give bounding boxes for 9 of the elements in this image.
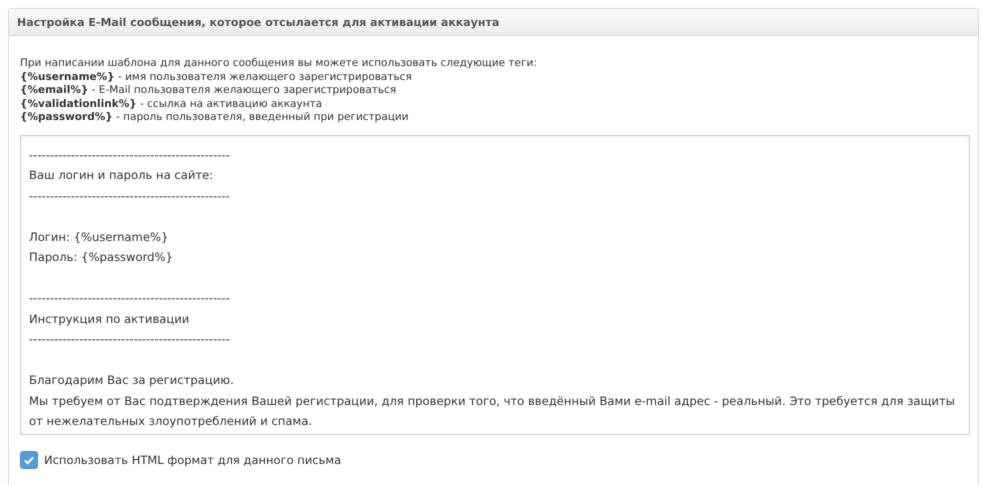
tag-description: {%username%} - имя пользователя желающего зарегистрироваться (20, 70, 413, 84)
checkbox-label[interactable]: Использовать HTML формат для данного письма (44, 452, 342, 466)
tag-description: {%email%} - E-Mail пользователя желающего зарегистрироваться (20, 84, 398, 98)
panel-title: Настройка E-Mail сообщения, которое отсылается для активации аккаунта (17, 16, 500, 28)
tag-description: {%password%} - пароль пользователя, введенный при регистрации (20, 111, 410, 124)
tag-description: {%validationlink%} - ссылка на активацию аккаунта (20, 98, 324, 111)
intro-text: При написании шаблона для данного сообщения вы можете использовать следующие теги: (20, 57, 538, 70)
message-editor[interactable]: ------------------------------------------------ Ваш логин и пароль на сайте: ------------------------------------------------ Логин: {%username%} Пароль: {%password%} ------------------------------------------------ Инструкция по активации ------------------------------------------------ Благодарим Вас за регистрацию. Мы требуем от Вас подтверждения Вашей регистрации, для проверки того, что введённый Вами e-mail адрес - реальный. Это требуется для защиты от нежелательных злоупотреблений и спама. (20, 134, 970, 434)
checkbox[interactable] (20, 450, 38, 468)
